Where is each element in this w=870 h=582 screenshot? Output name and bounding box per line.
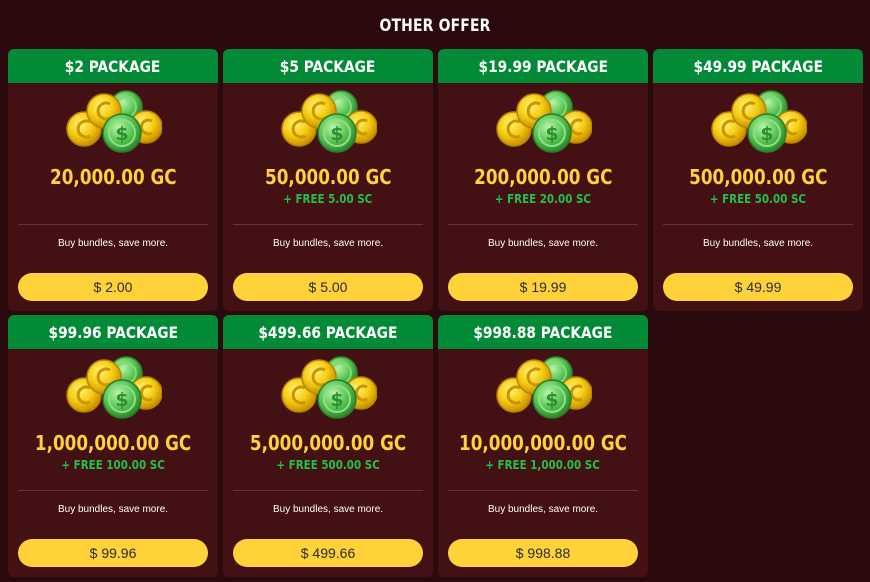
buy-button[interactable]: $ 2.00	[18, 273, 208, 301]
package-card: $49.99 PACKAGE $ 500,000.00 GC + FREE 50…	[653, 49, 863, 311]
package-name: $5 PACKAGE	[280, 56, 376, 76]
coins-stack-icon: $	[711, 90, 807, 153]
buy-button[interactable]: $ 99.96	[18, 539, 208, 567]
divider	[233, 224, 423, 225]
coins-stack-icon: $	[66, 90, 162, 153]
buy-button[interactable]: $ 49.99	[663, 273, 853, 301]
package-note: Buy bundles, save more.	[487, 504, 599, 515]
package-name: $499.66 PACKAGE	[258, 322, 398, 342]
gold-coin-amount: 5,000,000.00 GC	[249, 431, 407, 455]
gold-coin-amount: 1,000,000.00 GC	[34, 431, 192, 455]
coins-stack-icon: $	[281, 90, 377, 153]
coins-stack-icon: $	[281, 356, 377, 419]
svg-text:$: $	[545, 123, 558, 145]
package-grid: $2 PACKAGE $ 20,000.00 GC Buy bundles, s…	[8, 49, 863, 577]
divider	[18, 490, 208, 491]
package-note: Buy bundles, save more.	[487, 238, 599, 249]
package-name: $99.96 PACKAGE	[48, 322, 178, 342]
buy-button[interactable]: $ 5.00	[233, 273, 423, 301]
free-sc-bonus: + FREE 20.00 SC	[494, 192, 592, 206]
free-sc-bonus: + FREE 5.00 SC	[283, 192, 373, 206]
svg-text:$: $	[760, 123, 773, 145]
divider	[233, 490, 423, 491]
svg-text:$: $	[330, 389, 343, 411]
gold-coin-amount: 500,000.00 GC	[688, 165, 828, 189]
package-note: Buy bundles, save more.	[272, 504, 384, 515]
package-name: $19.99 PACKAGE	[478, 56, 608, 76]
package-header: $49.99 PACKAGE	[653, 49, 863, 83]
buy-button[interactable]: $ 998.88	[448, 539, 638, 567]
divider	[448, 490, 638, 491]
svg-text:$: $	[115, 389, 128, 411]
package-card: $19.99 PACKAGE $ 200,000.00 GC + FREE 20…	[438, 49, 648, 311]
buy-button[interactable]: $ 499.66	[233, 539, 423, 567]
svg-text:$: $	[115, 123, 128, 145]
free-sc-bonus: + FREE 100.00 SC	[61, 458, 165, 472]
buy-button[interactable]: $ 19.99	[448, 273, 638, 301]
coins-stack-icon: $	[496, 90, 592, 153]
free-sc-bonus	[8, 192, 218, 206]
svg-text:$: $	[330, 123, 343, 145]
gold-coin-amount: 200,000.00 GC	[473, 165, 613, 189]
package-header: $499.66 PACKAGE	[223, 315, 433, 349]
divider	[663, 224, 853, 225]
gold-coin-amount: 10,000,000.00 GC	[458, 431, 627, 455]
package-note: Buy bundles, save more.	[702, 238, 814, 249]
package-header: $5 PACKAGE	[223, 49, 433, 83]
gold-coin-amount: 20,000.00 GC	[49, 165, 177, 189]
package-note: Buy bundles, save more.	[57, 504, 169, 515]
page-title: OTHER OFFER	[379, 16, 491, 36]
package-header: $2 PACKAGE	[8, 49, 218, 83]
package-card: $99.96 PACKAGE $ 1,000,000.00 GC + FREE …	[8, 315, 218, 577]
package-name: $49.99 PACKAGE	[693, 56, 823, 76]
coins-stack-icon: $	[496, 356, 592, 419]
divider	[18, 224, 208, 225]
package-card: $2 PACKAGE $ 20,000.00 GC Buy bundles, s…	[8, 49, 218, 311]
package-card: $5 PACKAGE $ 50,000.00 GC + FREE 5.00 SC…	[223, 49, 433, 311]
package-note: Buy bundles, save more.	[272, 238, 384, 249]
coins-stack-icon: $	[66, 356, 162, 419]
package-card: $499.66 PACKAGE $ 5,000,000.00 GC + FREE…	[223, 315, 433, 577]
free-sc-bonus: + FREE 500.00 SC	[276, 458, 380, 472]
free-sc-bonus: + FREE 50.00 SC	[709, 192, 807, 206]
package-note: Buy bundles, save more.	[57, 238, 169, 249]
free-sc-bonus: + FREE 1,000.00 SC	[485, 458, 601, 472]
package-header: $99.96 PACKAGE	[8, 315, 218, 349]
divider	[448, 224, 638, 225]
package-header: $998.88 PACKAGE	[438, 315, 648, 349]
package-name: $998.88 PACKAGE	[473, 322, 613, 342]
package-header: $19.99 PACKAGE	[438, 49, 648, 83]
gold-coin-amount: 50,000.00 GC	[264, 165, 392, 189]
svg-text:$: $	[545, 389, 558, 411]
package-card: $998.88 PACKAGE $ 10,000,000.00 GC + FRE…	[438, 315, 648, 577]
package-name: $2 PACKAGE	[65, 56, 161, 76]
